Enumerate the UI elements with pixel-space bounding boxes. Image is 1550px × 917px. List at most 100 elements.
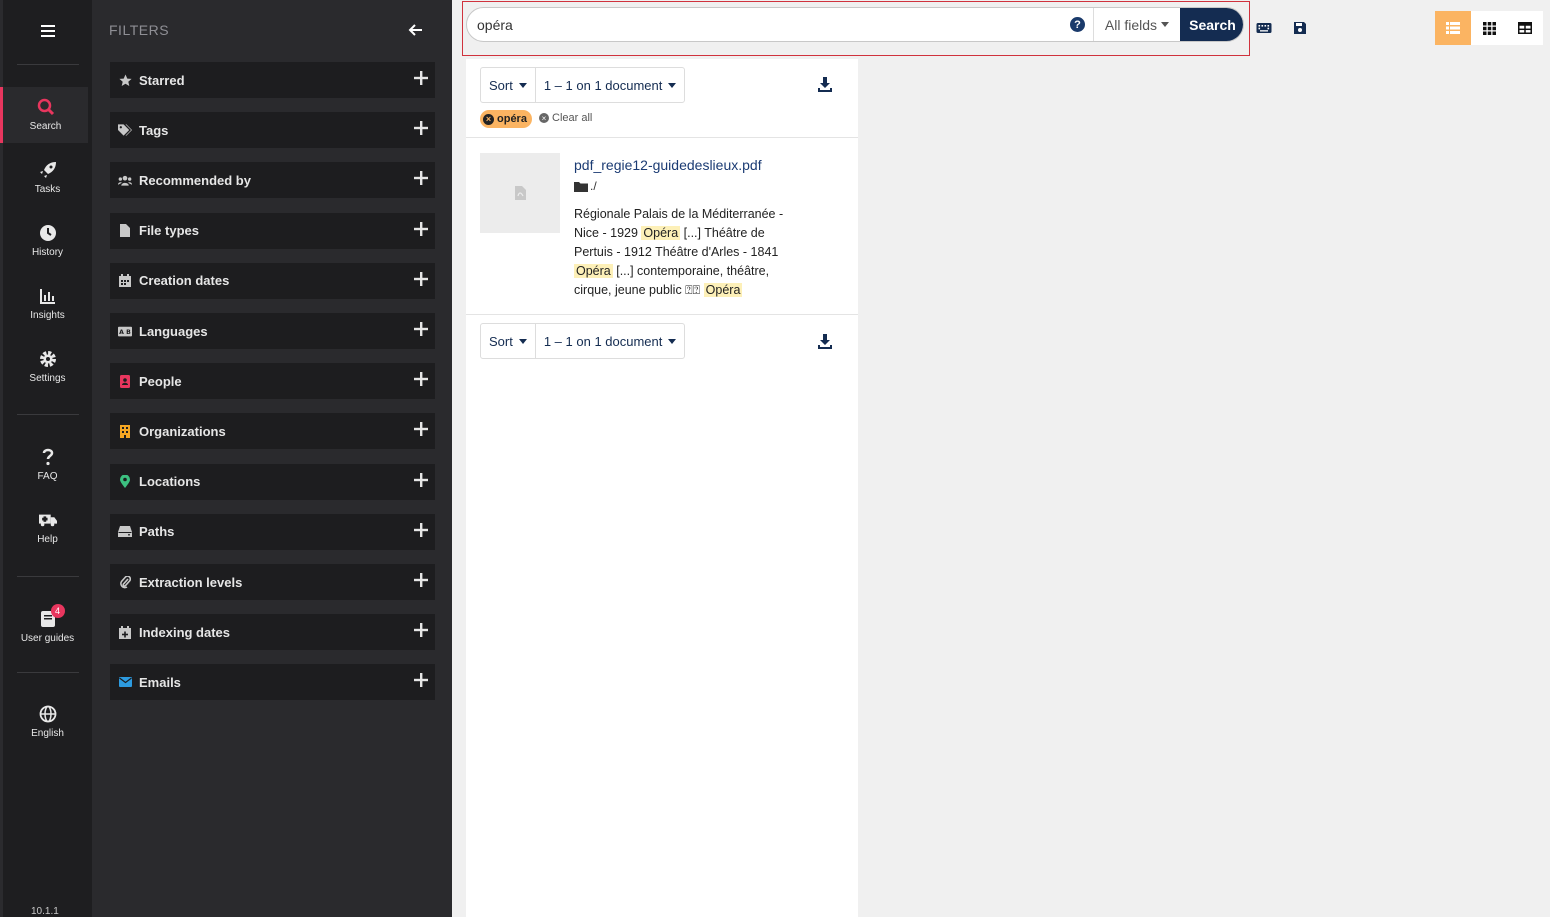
users-icon [118,173,132,187]
globe-icon [39,705,57,723]
svg-text:A: A [119,329,124,336]
active-query-chip[interactable]: × opéra [480,110,532,128]
nav-item-tasks[interactable]: Tasks [3,150,92,206]
keyboard-icon [1256,23,1272,33]
document-title-link[interactable]: pdf_regie12-guidedeslieux.pdf [574,157,762,173]
results-panel: Sort 1 – 1 on 1 document × opéra × Clear a… [466,59,858,917]
expand-filter-icon[interactable] [414,673,428,691]
clock-icon [39,224,57,242]
chevron-down-icon [668,338,677,344]
chevron-down-icon [518,82,527,88]
notification-badge: 4 [50,604,65,618]
filter-emails[interactable]: Emails [110,664,435,701]
chevron-down-icon [668,82,677,88]
expand-filter-icon[interactable] [414,322,428,340]
expand-filter-icon[interactable] [414,271,428,290]
search-button[interactable]: Search [1180,8,1243,41]
expand-filter-icon[interactable] [414,171,428,189]
expand-filter-icon[interactable] [414,623,428,641]
expand-filter-icon[interactable] [414,221,428,240]
arrow-left-icon [408,24,422,36]
grid-view-button[interactable] [1471,11,1507,45]
download-icon [818,334,832,349]
question-icon [39,448,57,466]
results-pager-bottom: Sort 1 – 1 on 1 document [480,323,686,359]
search-field-dropdown[interactable]: All fields [1093,8,1180,41]
expand-filter-icon[interactable] [414,71,428,89]
sort-dropdown[interactable]: Sort [481,68,535,102]
nav-item-settings[interactable]: Settings [3,339,92,395]
filter-indexing-dates[interactable]: Indexing dates [110,614,435,651]
table-icon [1518,22,1532,34]
chevron-down-icon [518,338,527,344]
results-pager-top: Sort 1 – 1 on 1 document [480,67,686,103]
expand-filter-icon[interactable] [414,422,428,440]
building-icon [118,424,132,438]
hamburger-icon [40,25,55,37]
menu-toggle-button[interactable] [3,0,92,62]
document-thumbnail[interactable] [480,153,560,233]
envelope-icon [118,675,132,689]
table-view-button[interactable] [1507,11,1543,45]
filter-starred[interactable]: Starred [110,62,435,98]
expand-filter-icon[interactable] [414,522,428,541]
app-version: 10.1.1 [31,906,59,917]
nav-item-user-guides[interactable]: 4 User guides [3,599,92,655]
nav-item-help[interactable]: Help [3,500,92,556]
nav-item-language[interactable]: English [3,694,92,750]
filter-creation-dates[interactable]: Creation dates [110,262,435,299]
nav-item-search[interactable]: Search [0,87,88,143]
collapse-filters-button[interactable] [408,22,426,40]
chevron-down-icon [1161,22,1170,27]
search-icon [37,98,55,116]
list-view-button[interactable] [1435,11,1471,45]
download-results-button[interactable] [818,334,834,350]
filter-locations[interactable]: Locations [110,463,435,500]
star-icon [118,73,132,87]
filter-tags[interactable]: Tags [110,112,435,149]
document-path[interactable]: ./ [574,179,597,193]
pagination-dropdown[interactable]: 1 – 1 on 1 document [534,324,685,358]
search-bar: ? All fields Search [466,7,1244,42]
id-badge-icon [118,374,132,388]
grid-icon [1482,21,1496,35]
search-help-icon[interactable]: ? [1070,17,1085,32]
expand-filter-icon[interactable] [414,573,428,591]
expand-filter-icon[interactable] [414,372,428,390]
download-icon [818,77,832,92]
gear-icon [39,350,57,368]
remove-chip-icon[interactable]: × [483,113,494,125]
download-results-button[interactable] [818,77,834,93]
filter-extraction-levels[interactable]: Extraction levels [110,564,435,600]
filter-file-types[interactable]: File types [110,212,435,249]
svg-text:B: B [126,329,131,336]
search-highlight: Opéra [641,226,681,240]
sort-dropdown[interactable]: Sort [481,324,535,358]
chart-icon [39,287,57,305]
clear-all-button[interactable]: × Clear all [539,112,592,124]
filter-paths[interactable]: Paths [110,513,435,550]
expand-filter-icon[interactable] [414,472,428,491]
nav-item-insights[interactable]: Insights [3,276,92,332]
filter-people[interactable]: People [110,363,435,400]
ambulance-icon [38,511,57,529]
pagination-dropdown[interactable]: 1 – 1 on 1 document [534,68,685,102]
language-icon: AB [118,324,132,338]
search-input[interactable] [477,8,1057,41]
save-search-button[interactable] [1291,19,1309,37]
expand-filter-icon[interactable] [414,121,428,139]
hdd-icon [118,525,132,539]
keyboard-shortcuts-button[interactable] [1255,19,1273,37]
main-nav: Search Tasks History Insights Settings F… [0,0,92,917]
list-icon [1446,22,1460,34]
nav-item-history[interactable]: History [3,213,92,269]
filters-panel: FILTERS Starred Tags Recommended by File ty… [92,0,452,917]
filter-languages[interactable]: A B Languages [110,313,435,349]
filter-recommended-by[interactable]: Recommended by [110,162,435,199]
filter-organizations[interactable]: Organizations [110,413,435,450]
nav-item-faq[interactable]: FAQ [3,437,92,493]
close-circle-icon: × [539,113,549,123]
file-pdf-icon [514,186,526,200]
search-highlight: Opéra [703,283,743,297]
save-icon [1294,22,1306,34]
